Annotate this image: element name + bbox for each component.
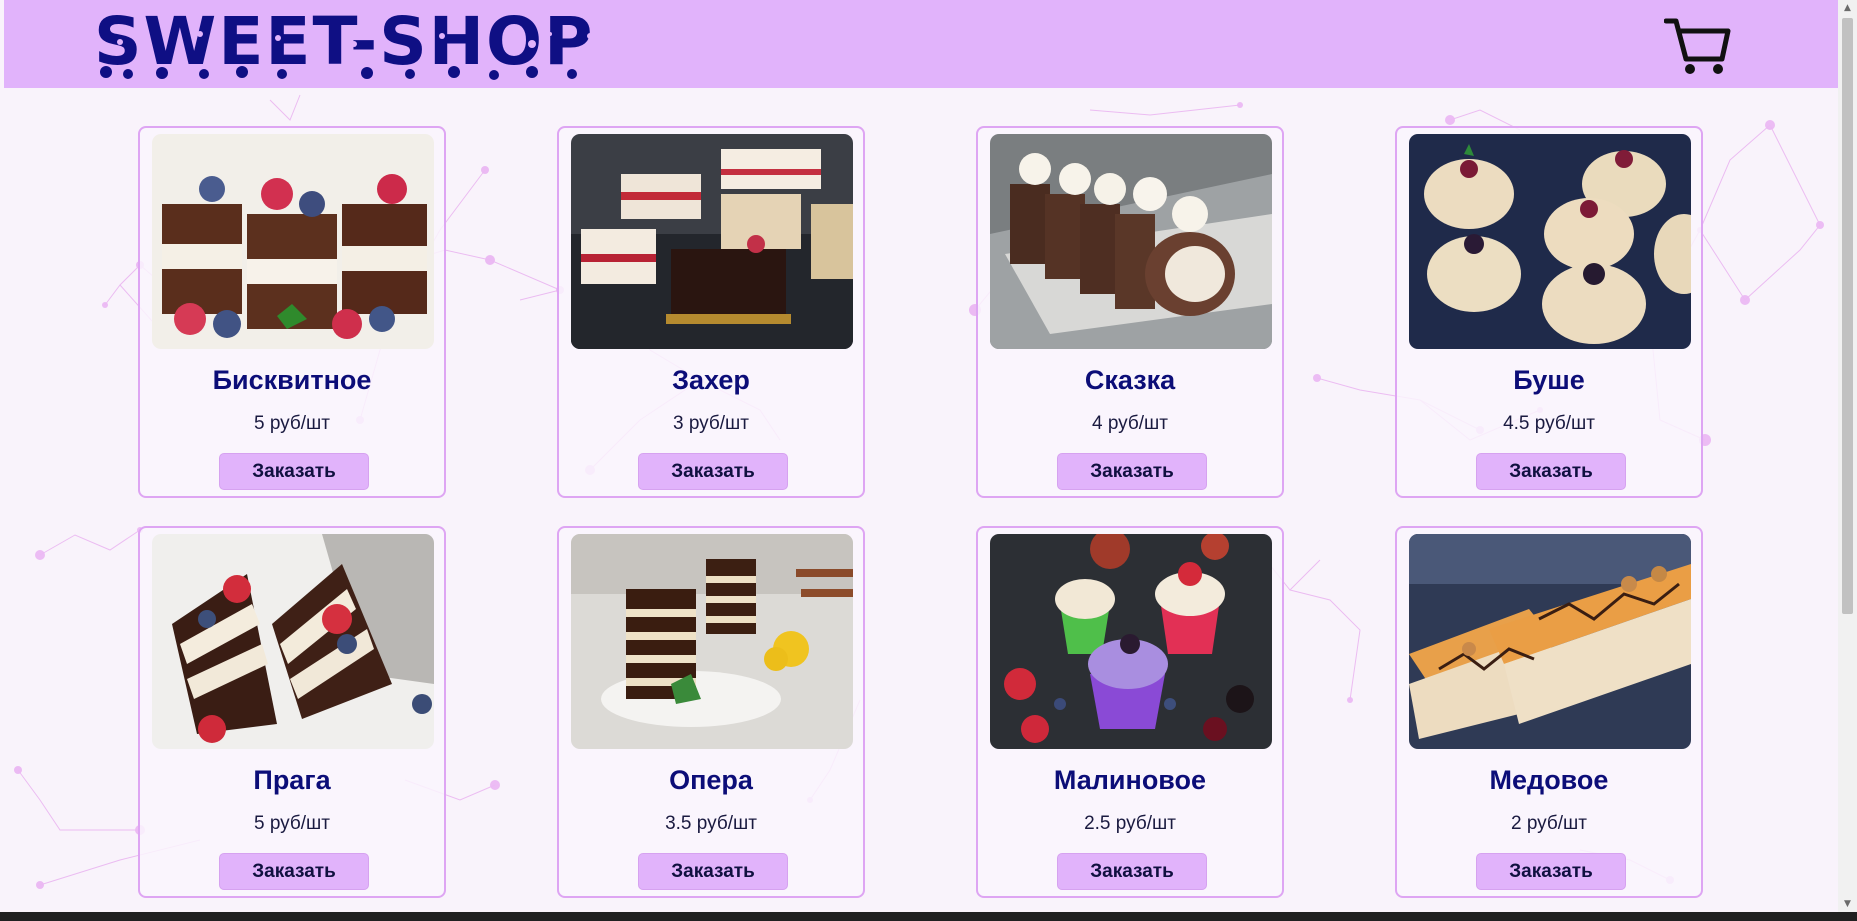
opera-cake-photo [571, 534, 853, 749]
scrollbar-thumb[interactable] [1842, 18, 1853, 614]
product-price: 3.5 руб/шт [665, 813, 757, 834]
product-price: 4.5 руб/шт [1503, 413, 1595, 434]
logo-text: SWEET-SHOP [94, 4, 594, 80]
bouche-cake-photo [1409, 134, 1691, 349]
order-button[interactable]: Заказать [1057, 453, 1207, 490]
order-button[interactable]: Заказать [638, 853, 788, 890]
product-price: 3 руб/шт [672, 413, 750, 434]
order-button[interactable]: Заказать [1476, 853, 1626, 890]
product-price: 2.5 руб/шт [1084, 813, 1176, 834]
product-card: Опера 3.5 руб/шт Заказать [557, 526, 865, 898]
sacher-cake-photo [571, 134, 853, 349]
product-card: Прага 5 руб/шт Заказать [138, 526, 446, 898]
sweet-shop-logo[interactable]: SWEET-SHOP [92, 4, 622, 84]
vertical-scrollbar[interactable]: ▲ ▼ [1838, 0, 1857, 912]
window-bottom-edge [0, 912, 1857, 921]
product-name: Буше [1513, 365, 1585, 395]
product-name: Сказка [1084, 365, 1176, 395]
product-card: Захер 3 руб/шт Заказать [557, 126, 865, 498]
honey-cake-photo [1409, 534, 1691, 749]
product-card: Малиновое 2.5 руб/шт Заказать [976, 526, 1284, 898]
scroll-down-arrow-icon[interactable]: ▼ [1838, 896, 1857, 912]
product-price: 5 руб/шт [253, 813, 331, 834]
order-button[interactable]: Заказать [219, 853, 369, 890]
product-card: Бисквитное 5 руб/шт Заказать [138, 126, 446, 498]
raspberry-cupcakes-photo [990, 534, 1272, 749]
prague-cake-photo [152, 534, 434, 749]
product-price: 2 руб/шт [1510, 813, 1588, 834]
roll-cake-photo [990, 134, 1272, 349]
shopping-cart-icon[interactable] [1664, 15, 1732, 77]
order-button[interactable]: Заказать [638, 453, 788, 490]
product-name: Малиновое [1053, 765, 1207, 795]
product-card: Медовое 2 руб/шт Заказать [1395, 526, 1703, 898]
scroll-up-arrow-icon[interactable]: ▲ [1838, 0, 1857, 16]
product-card: Буше 4.5 руб/шт Заказать [1395, 126, 1703, 498]
product-price: 5 руб/шт [253, 413, 331, 434]
product-name: Медовое [1489, 765, 1609, 795]
sponge-cake-photo [152, 134, 434, 349]
product-price: 4 руб/шт [1091, 413, 1169, 434]
product-name: Опера [669, 765, 753, 795]
order-button[interactable]: Заказать [1476, 453, 1626, 490]
order-button[interactable]: Заказать [1057, 853, 1207, 890]
product-name: Бисквитное [212, 365, 372, 395]
product-card: Сказка 4 руб/шт Заказать [976, 126, 1284, 498]
product-name: Прага [253, 765, 331, 795]
product-name: Захер [672, 365, 750, 395]
order-button[interactable]: Заказать [219, 453, 369, 490]
